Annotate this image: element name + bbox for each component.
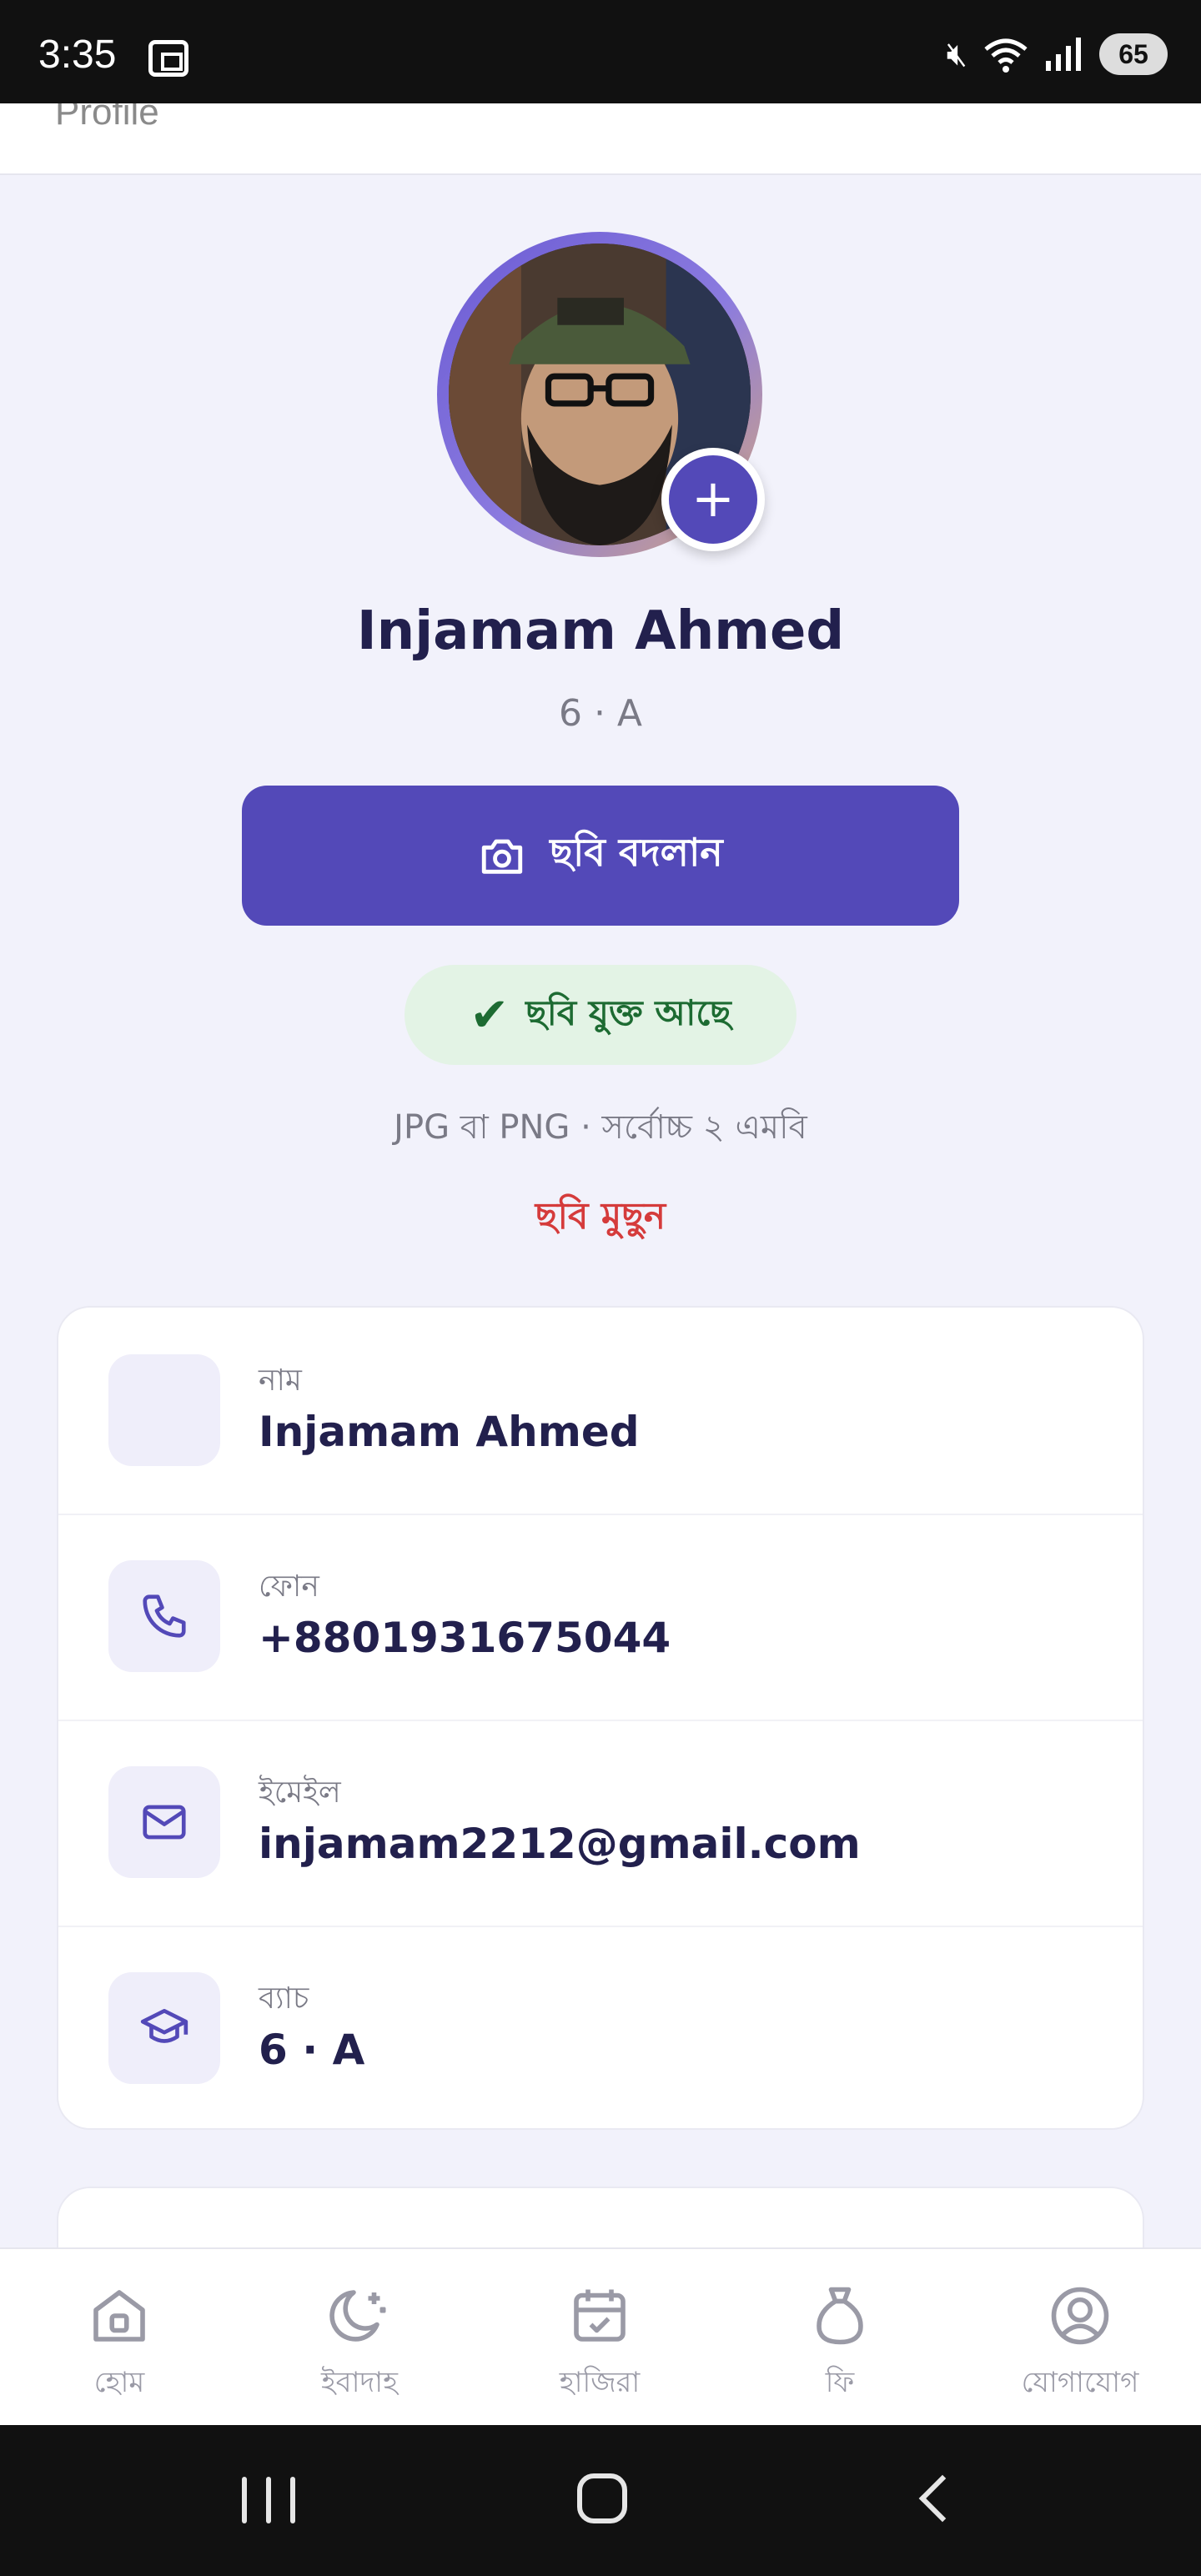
user-circle-icon — [1051, 2287, 1109, 2345]
camera-icon — [482, 839, 523, 874]
phone-icon — [108, 1560, 220, 1672]
nav-label: ইবাদাহ — [320, 2366, 399, 2399]
nav-label: যোগাযোগ — [1021, 2366, 1139, 2399]
info-label: ইমেইল — [259, 1775, 341, 1810]
nav-label: হাজিরা — [559, 2366, 641, 2399]
nav-item-fee[interactable]: ফি — [740, 2281, 940, 2408]
upload-hint: JPG বা PNG · সর্বোচ্চ ২ এমবি — [394, 1108, 807, 1147]
graduation-cap-icon — [108, 1972, 220, 2084]
info-label: নাম — [259, 1363, 302, 1398]
info-row-email: ইমেইল injamam2212@gmail.com — [58, 1720, 1143, 1926]
status-icons: 🔇︎ 65 — [947, 33, 1168, 75]
nav-item-contact[interactable]: যোগাযোগ — [980, 2281, 1180, 2408]
status-bar: 3:35 🔇︎ 65 — [0, 0, 1201, 103]
page-title: Profile — [55, 103, 159, 133]
money-bag-icon — [817, 2287, 863, 2345]
user-icon — [108, 1354, 220, 1466]
profile-name: Injamam Ahmed — [356, 600, 845, 662]
back-button[interactable] — [918, 2474, 967, 2523]
info-label: ব্যাচ — [259, 1981, 309, 2016]
nav-item-ibadah[interactable]: ইবাদাহ — [259, 2281, 460, 2408]
calendar-check-icon — [574, 2289, 626, 2342]
bottom-nav: হোম ইবাদাহ হাজিরা ফি যোগাযোগ — [0, 2247, 1201, 2425]
change-photo-button[interactable]: ছবি বদলান — [242, 786, 959, 926]
mail-icon — [108, 1766, 220, 1878]
info-row-batch: ব্যাচ 6 · A — [58, 1926, 1143, 2128]
profile-info-card: নাম Injamam Ahmed ফোন +8801931675044 ইমে… — [57, 1306, 1144, 2130]
home-icon — [93, 2290, 145, 2342]
signal-icon — [1046, 38, 1081, 71]
system-nav-bar — [0, 2425, 1201, 2576]
info-value: Injamam Ahmed — [259, 1408, 640, 1456]
nav-label: হোম — [93, 2366, 145, 2399]
battery-indicator: 65 — [1099, 33, 1168, 75]
status-time: 3:35 — [38, 33, 117, 77]
profile-class-section: 6 · A — [558, 692, 643, 735]
recents-button[interactable] — [242, 2477, 295, 2523]
home-button[interactable] — [577, 2473, 627, 2523]
info-value: 6 · A — [259, 2026, 365, 2074]
info-value: +8801931675044 — [259, 1614, 671, 1662]
moon-star-icon — [329, 2290, 386, 2342]
app-header: Profile — [0, 103, 1201, 175]
change-photo-label: ছবি বদলান — [550, 830, 723, 875]
info-row-name: নাম Injamam Ahmed — [58, 1308, 1143, 1514]
info-label: ফোন — [259, 1569, 319, 1604]
add-photo-button[interactable]: + — [661, 448, 765, 551]
screenshot-indicator-icon — [148, 40, 188, 77]
photo-status-label: ছবি যুক্ত আছে — [525, 992, 731, 1033]
nav-item-attendance[interactable]: হাজিরা — [500, 2281, 700, 2408]
check-icon: ✔ — [470, 987, 510, 1042]
photo-status-badge: ✔ ছবি যুক্ত আছে — [405, 965, 796, 1065]
nav-label: ফি — [825, 2366, 855, 2399]
nav-item-home[interactable]: হোম — [19, 2281, 219, 2408]
wifi-icon — [984, 38, 1028, 73]
delete-photo-button[interactable]: ছবি মুছুন — [0, 1188, 1201, 1249]
info-row-phone: ফোন +8801931675044 — [58, 1514, 1143, 1720]
info-value: injamam2212@gmail.com — [259, 1820, 861, 1868]
mute-icon: 🔇︎ — [946, 35, 967, 73]
